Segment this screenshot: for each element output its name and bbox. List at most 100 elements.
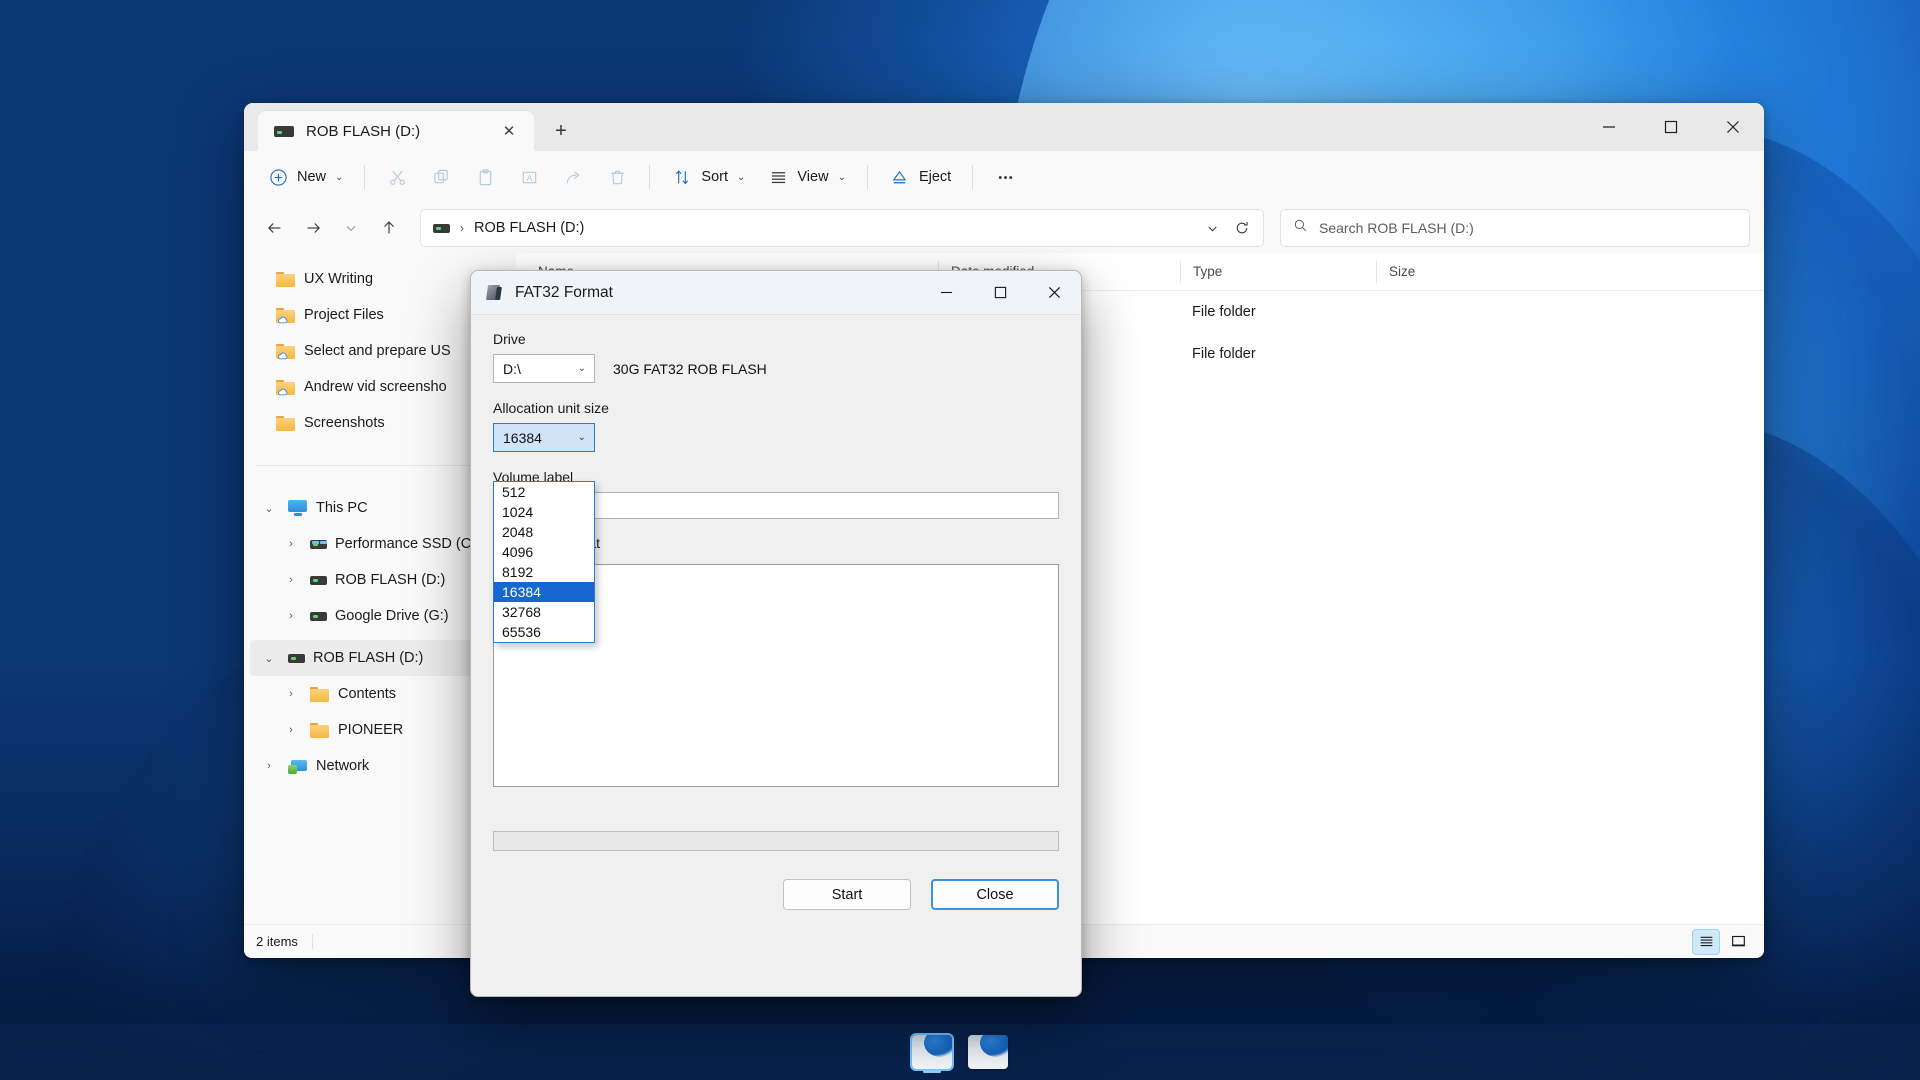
drive-icon [310, 611, 327, 621]
dropdown-option[interactable]: 32768 [494, 602, 594, 622]
item-count: 2 items [256, 934, 313, 949]
usb-drive-icon [274, 125, 294, 137]
search-box[interactable]: Search ROB FLASH (D:) [1280, 209, 1750, 247]
drive-select[interactable]: D:\ ⌄ [493, 354, 595, 383]
ellipsis-icon [994, 166, 1016, 188]
sidebar-item-label: Project Files [304, 307, 384, 323]
close-button[interactable]: Close [931, 879, 1059, 910]
usb-drive-icon [433, 223, 450, 233]
large-icons-view-icon[interactable] [1724, 929, 1752, 955]
address-bar-actions [1197, 213, 1257, 243]
up-icon[interactable] [372, 211, 406, 245]
refresh-icon[interactable] [1227, 213, 1257, 243]
dialog-body: Drive D:\ ⌄ 30G FAT32 ROB FLASH Allocati… [471, 315, 1081, 916]
maximize-icon[interactable] [1640, 103, 1702, 151]
folder-icon [276, 271, 296, 287]
taskbar-item-explorer-active[interactable] [909, 1029, 955, 1075]
view-toggle-group [1692, 928, 1752, 955]
plus-circle-icon [267, 166, 289, 188]
minimize-icon[interactable] [1578, 103, 1640, 151]
new-tab-button[interactable]: + [544, 114, 578, 148]
copy-icon [430, 166, 452, 188]
chevron-down-icon[interactable]: ⌄ [258, 647, 280, 669]
back-icon[interactable] [258, 211, 292, 245]
tab-rob-flash[interactable]: ROB FLASH (D:) ✕ [258, 111, 534, 151]
dropdown-option[interactable]: 1024 [494, 502, 594, 522]
taskbar-thumbnail [910, 1033, 954, 1071]
taskbar-active-indicator [923, 1070, 941, 1073]
drive-format-icon [485, 283, 504, 302]
chevron-right-icon[interactable]: › [280, 533, 302, 555]
share-button[interactable] [553, 159, 593, 195]
navigation-bar: › ROB FLASH (D:) Search ROB FLASH (D:) [244, 203, 1764, 253]
usb-drive-icon [310, 575, 327, 585]
allocation-unit-size-value: 16384 [503, 429, 542, 446]
address-bar[interactable]: › ROB FLASH (D:) [420, 209, 1264, 247]
chevron-right-icon[interactable]: › [280, 683, 302, 705]
toolbar-divider [649, 165, 651, 189]
start-button[interactable]: Start [783, 879, 911, 910]
dropdown-option[interactable]: 512 [494, 482, 594, 502]
dialog-titlebar: FAT32 Format [471, 271, 1081, 315]
chevron-right-icon[interactable]: › [280, 569, 302, 591]
chevron-down-icon[interactable]: ⌄ [258, 497, 280, 519]
view-icon [767, 166, 789, 188]
chevron-right-icon[interactable]: › [258, 755, 280, 777]
close-icon[interactable] [1027, 271, 1081, 315]
maximize-icon[interactable] [973, 271, 1027, 315]
minimize-icon[interactable] [919, 271, 973, 315]
drive-description: 30G FAT32 ROB FLASH [613, 360, 767, 377]
dropdown-option[interactable]: 65536 [494, 622, 594, 642]
chevron-right-icon[interactable]: › [280, 719, 302, 741]
forward-icon[interactable] [296, 211, 330, 245]
sidebar-divider [256, 465, 504, 466]
chevron-right-icon[interactable]: › [280, 605, 302, 627]
fat32-format-dialog: FAT32 Format Drive D:\ ⌄ 30G FAT32 ROB F… [470, 270, 1082, 997]
share-icon [562, 166, 584, 188]
view-label: View [797, 169, 829, 185]
folder-icon [276, 379, 296, 396]
sort-label: Sort [701, 169, 728, 185]
column-header-size[interactable]: Size [1376, 260, 1496, 283]
cut-button[interactable] [377, 159, 417, 195]
dropdown-option[interactable]: 4096 [494, 542, 594, 562]
taskbar-item-explorer-second[interactable] [965, 1029, 1011, 1075]
rename-button[interactable]: A [509, 159, 549, 195]
cell-type: File folder [1192, 304, 1256, 320]
delete-button[interactable] [597, 159, 637, 195]
close-icon[interactable] [1702, 103, 1764, 151]
new-button[interactable]: New ⌄ [258, 159, 352, 195]
details-view-icon[interactable] [1692, 928, 1720, 955]
sidebar-item-label: This PC [316, 500, 368, 516]
dialog-window-controls [919, 271, 1081, 315]
dropdown-option[interactable]: 8192 [494, 562, 594, 582]
progress-bar [493, 831, 1059, 851]
dropdown-option[interactable]: 2048 [494, 522, 594, 542]
usb-drive-icon [288, 653, 305, 663]
chevron-down-icon: ⌄ [577, 363, 586, 374]
allocation-unit-size-select[interactable]: 16384 ⌄ [493, 423, 595, 452]
dropdown-option[interactable]: 16384 [494, 582, 594, 602]
see-more-button[interactable] [985, 159, 1025, 195]
window-controls [1578, 103, 1764, 151]
chevron-down-icon: ⌄ [335, 171, 344, 183]
column-header-type[interactable]: Type [1180, 260, 1376, 283]
close-icon[interactable]: ✕ [496, 118, 522, 144]
clipboard-icon [474, 166, 496, 188]
sidebar-item-label: Select and prepare US [304, 343, 451, 359]
eject-button[interactable]: Eject [880, 159, 960, 195]
svg-text:A: A [527, 172, 533, 182]
chevron-down-icon[interactable] [1197, 213, 1227, 243]
sidebar-item-label: Screenshots [304, 415, 385, 431]
breadcrumb[interactable]: ROB FLASH (D:) [474, 220, 584, 236]
network-icon [288, 758, 308, 775]
paste-button[interactable] [465, 159, 505, 195]
ssd-drive-icon [310, 539, 327, 549]
cell-type: File folder [1192, 346, 1256, 362]
sidebar-item-label: Performance SSD (C: [335, 536, 476, 552]
allocation-unit-size-dropdown[interactable]: 512 1024 2048 4096 8192 16384 32768 65536 [493, 481, 595, 643]
sort-button[interactable]: Sort ⌄ [662, 159, 754, 195]
recent-locations-icon[interactable] [334, 211, 368, 245]
view-button[interactable]: View ⌄ [758, 159, 855, 195]
copy-button[interactable] [421, 159, 461, 195]
